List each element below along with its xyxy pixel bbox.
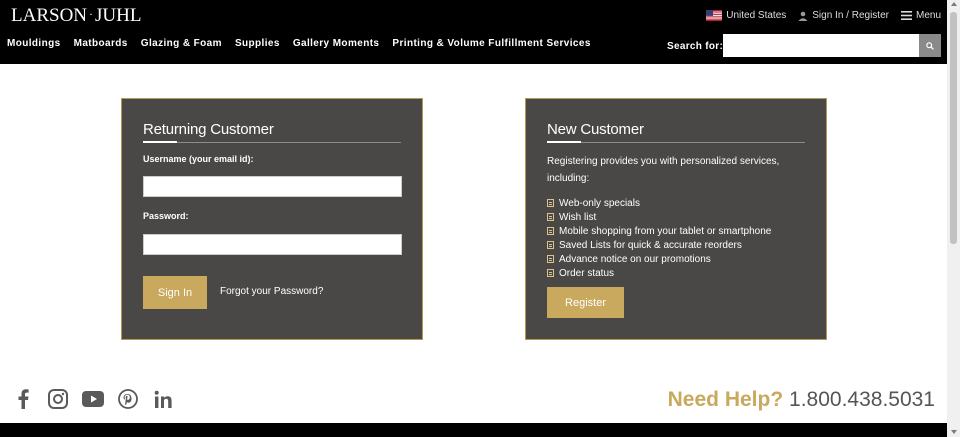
benefit-text: Mobile shopping from your tablet or smar…: [559, 225, 772, 237]
logo-text-right: JUHL: [95, 5, 142, 26]
site-header: LARSON · JUHL United States Sign In / Re…: [0, 0, 947, 64]
menu-label: Menu: [915, 10, 941, 21]
list-item: Advance notice on our promotions: [547, 252, 771, 266]
youtube-icon[interactable]: [82, 388, 104, 410]
returning-customer-title: Returning Customer: [143, 121, 274, 138]
document-icon: [547, 269, 554, 277]
register-button[interactable]: Register: [547, 287, 624, 318]
search-label: Search for:: [667, 41, 724, 52]
menu-button[interactable]: Menu: [900, 10, 941, 21]
user-icon: [798, 11, 808, 21]
linkedin-icon[interactable]: [152, 388, 174, 410]
document-icon: [547, 255, 554, 263]
search-button[interactable]: [919, 34, 941, 57]
search-input[interactable]: [723, 34, 919, 57]
benefit-text: Web-only specials: [559, 197, 640, 209]
benefit-text: Saved Lists for quick & accurate reorder…: [559, 239, 742, 251]
list-item: Saved Lists for quick & accurate reorder…: [547, 238, 771, 252]
title-divider-accent: [547, 141, 581, 143]
need-help-label: Need Help?: [667, 388, 784, 411]
search-icon: [926, 41, 934, 50]
title-divider-accent: [143, 141, 177, 143]
us-flag-icon: [706, 10, 723, 21]
new-customer-title: New Customer: [547, 121, 644, 138]
document-icon: [547, 227, 554, 235]
username-label: Username (your email id):: [143, 154, 254, 164]
country-selector[interactable]: United States: [706, 10, 786, 21]
title-divider: [547, 142, 805, 143]
password-input[interactable]: [143, 234, 402, 255]
pinterest-icon[interactable]: [117, 388, 139, 410]
nav-item-gallery-moments[interactable]: Gallery Moments: [293, 38, 380, 49]
phone-number[interactable]: 1.800.438.5031: [789, 388, 935, 411]
signin-label: Sign In / Register: [812, 10, 889, 21]
signin-register-link[interactable]: Sign In / Register: [798, 10, 889, 21]
signin-button[interactable]: Sign In: [143, 276, 207, 309]
forgot-password-link[interactable]: Forgot your Password?: [220, 286, 323, 297]
benefit-text: Wish list: [559, 211, 597, 223]
hamburger-icon: [900, 11, 912, 20]
benefit-text: Advance notice on our promotions: [559, 253, 711, 265]
list-item: Wish list: [547, 210, 771, 224]
returning-customer-panel: Returning Customer Username (your email …: [121, 98, 423, 340]
help-contact: Need Help? 1.800.438.5031: [668, 388, 935, 412]
document-icon: [547, 199, 554, 207]
benefits-list: Web-only specials Wish list Mobile shopp…: [547, 196, 771, 280]
scroll-down-icon[interactable]: [951, 430, 957, 434]
register-intro-text: Registering provides you with personaliz…: [547, 156, 780, 184]
document-icon: [547, 241, 554, 249]
scrollbar[interactable]: [947, 0, 960, 437]
facebook-icon[interactable]: [12, 388, 34, 410]
list-item: Order status: [547, 266, 771, 280]
title-divider: [143, 142, 401, 143]
country-label: United States: [726, 10, 787, 21]
list-item: Web-only specials: [547, 196, 771, 210]
main-nav: Mouldings Matboards Glazing & Foam Suppl…: [7, 38, 591, 49]
footer-bar: [0, 423, 947, 437]
document-icon: [547, 213, 554, 221]
nav-item-matboards[interactable]: Matboards: [74, 38, 128, 49]
social-links: [12, 388, 174, 410]
logo-text-left: LARSON: [11, 5, 88, 26]
scroll-up-icon[interactable]: [951, 2, 957, 6]
nav-item-supplies[interactable]: Supplies: [235, 38, 280, 49]
page: LARSON · JUHL United States Sign In / Re…: [0, 0, 960, 437]
scrollbar-thumb[interactable]: [950, 12, 957, 244]
utility-links: United States Sign In / Register Menu: [706, 10, 941, 21]
nav-item-printing[interactable]: Printing & Volume Fulfillment Services: [392, 38, 590, 49]
logo-dot: ·: [89, 7, 94, 21]
nav-item-glazing-foam[interactable]: Glazing & Foam: [141, 38, 222, 49]
nav-item-mouldings[interactable]: Mouldings: [7, 38, 61, 49]
logo[interactable]: LARSON · JUHL: [11, 5, 141, 27]
password-label: Password:: [143, 211, 189, 221]
benefit-text: Order status: [559, 267, 615, 279]
username-input[interactable]: [143, 176, 402, 197]
instagram-icon[interactable]: [47, 388, 69, 410]
list-item: Mobile shopping from your tablet or smar…: [547, 224, 771, 238]
new-customer-panel: New Customer Registering provides you wi…: [525, 98, 827, 340]
